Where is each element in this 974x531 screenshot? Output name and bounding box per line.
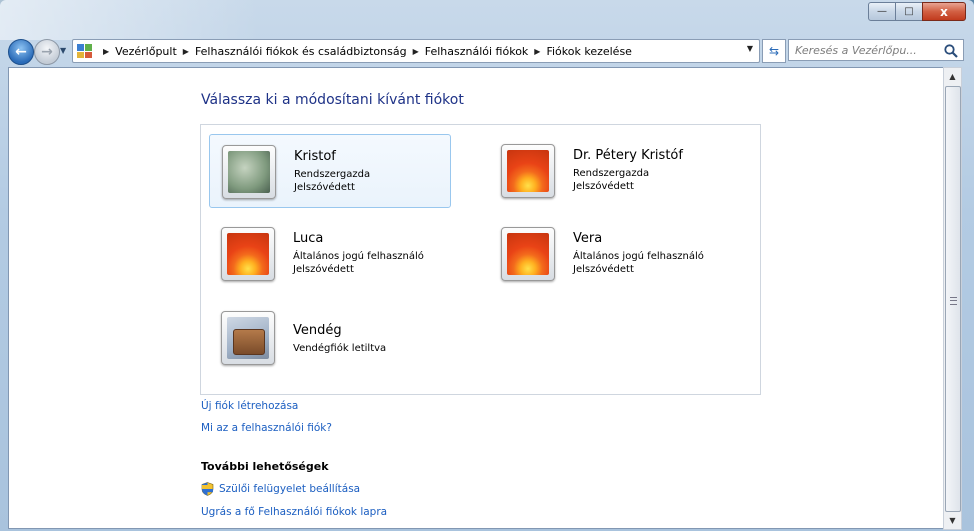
account-picture: [222, 145, 276, 199]
account-tile-dr-petery-kristof[interactable]: Dr. Pétery Kristóf Rendszergazda Jelszóv…: [489, 134, 729, 206]
breadcrumb-item[interactable]: Felhasználói fiókok: [425, 45, 529, 58]
account-role: Rendszergazda: [294, 169, 371, 180]
uac-shield-icon: [201, 482, 214, 496]
account-picture: [221, 311, 275, 365]
search-input[interactable]: Keresés a Vezérlőpu...: [788, 39, 964, 61]
close-button[interactable]: x: [922, 2, 966, 21]
account-picture: [501, 227, 555, 281]
account-name: Dr. Pétery Kristóf: [573, 148, 683, 163]
breadcrumb-chevron-icon[interactable]: ▶: [183, 47, 189, 56]
account-status: Jelszóvédett: [573, 181, 634, 192]
maximize-button[interactable]: □: [895, 2, 923, 21]
scroll-down-arrow-icon[interactable]: ▼: [944, 512, 961, 529]
forward-arrow-icon: →: [41, 44, 53, 60]
account-name: Vendég: [293, 323, 342, 338]
what-is-user-account-link[interactable]: Mi az a felhasználói fiók?: [201, 422, 332, 434]
title-bar[interactable]: [0, 0, 260, 40]
suitcase-picture-icon: [227, 317, 269, 359]
breadcrumb-item[interactable]: Vezérlőpult: [115, 45, 177, 58]
breadcrumb-item[interactable]: Fiókok kezelése: [546, 45, 632, 58]
address-history-dropdown-icon[interactable]: ▼: [747, 44, 753, 53]
account-role: Általános jogú felhasználó: [293, 251, 424, 262]
flower-picture-icon: [507, 233, 549, 275]
accounts-panel: Kristof Rendszergazda Jelszóvédett Dr. P…: [200, 124, 761, 395]
caption-buttons: — □ x: [868, 2, 966, 21]
parental-controls-link[interactable]: Szülői felügyelet beállítása: [219, 483, 360, 495]
forward-button[interactable]: →: [34, 39, 60, 65]
back-button[interactable]: ←: [8, 39, 34, 65]
refresh-button[interactable]: ⇆: [762, 39, 786, 63]
frost-picture-icon: [228, 151, 270, 193]
minimize-button[interactable]: —: [868, 2, 896, 21]
account-status: Jelszóvédett: [293, 264, 354, 275]
account-name: Vera: [573, 231, 603, 246]
account-role: Vendégfiók letiltva: [293, 343, 387, 354]
more-options-heading: További lehetőségek: [201, 460, 329, 473]
breadcrumb-item[interactable]: Felhasználói fiókok és családbiztonság: [195, 45, 407, 58]
flower-picture-icon: [507, 150, 549, 192]
search-icon[interactable]: [943, 43, 959, 59]
main-user-accounts-link[interactable]: Ugrás a fő Felhasználói fiókok lapra: [201, 506, 387, 518]
navigation-bar: ← → ▼ ▶ Vezérlőpult ▶ Felhasználói fióko…: [8, 38, 966, 65]
account-tile-vera[interactable]: Vera Általános jogú felhasználó Jelszóvé…: [489, 217, 729, 289]
create-account-link[interactable]: Új fiók létrehozása: [201, 400, 298, 412]
account-role: Rendszergazda: [573, 168, 650, 179]
account-tile-vendeg[interactable]: Vendég Vendégfiók letiltva: [209, 301, 449, 373]
account-name: Luca: [293, 231, 324, 246]
refresh-icon: ⇆: [768, 44, 780, 58]
recent-pages-dropdown[interactable]: ▼: [60, 46, 66, 55]
breadcrumb-chevron-icon[interactable]: ▶: [413, 47, 419, 56]
account-tile-kristof[interactable]: Kristof Rendszergazda Jelszóvédett: [209, 134, 451, 208]
account-status: Jelszóvédett: [573, 264, 634, 275]
flower-picture-icon: [227, 233, 269, 275]
control-panel-icon: [77, 44, 93, 58]
back-arrow-icon: ←: [15, 44, 27, 60]
account-name: Kristof: [294, 149, 336, 164]
account-tile-luca[interactable]: Luca Általános jogú felhasználó Jelszóvé…: [209, 217, 449, 289]
scrollbar-thumb[interactable]: [945, 86, 961, 512]
account-status: Jelszóvédett: [294, 182, 355, 193]
breadcrumb-chevron-icon[interactable]: ▶: [534, 47, 540, 56]
search-placeholder: Keresés a Vezérlőpu...: [795, 43, 917, 57]
address-bar[interactable]: ▶ Vezérlőpult ▶ Felhasználói fiókok és c…: [72, 39, 760, 63]
vertical-scrollbar[interactable]: ▲ ▼: [943, 67, 962, 530]
grip-icon: [950, 297, 957, 305]
account-picture: [221, 227, 275, 281]
page-title: Válassza ki a módosítani kívánt fiókot: [201, 92, 464, 108]
account-picture: [501, 144, 555, 198]
breadcrumb-chevron-icon[interactable]: ▶: [103, 47, 109, 56]
account-role: Általános jogú felhasználó: [573, 251, 704, 262]
scroll-up-arrow-icon[interactable]: ▲: [944, 68, 961, 85]
